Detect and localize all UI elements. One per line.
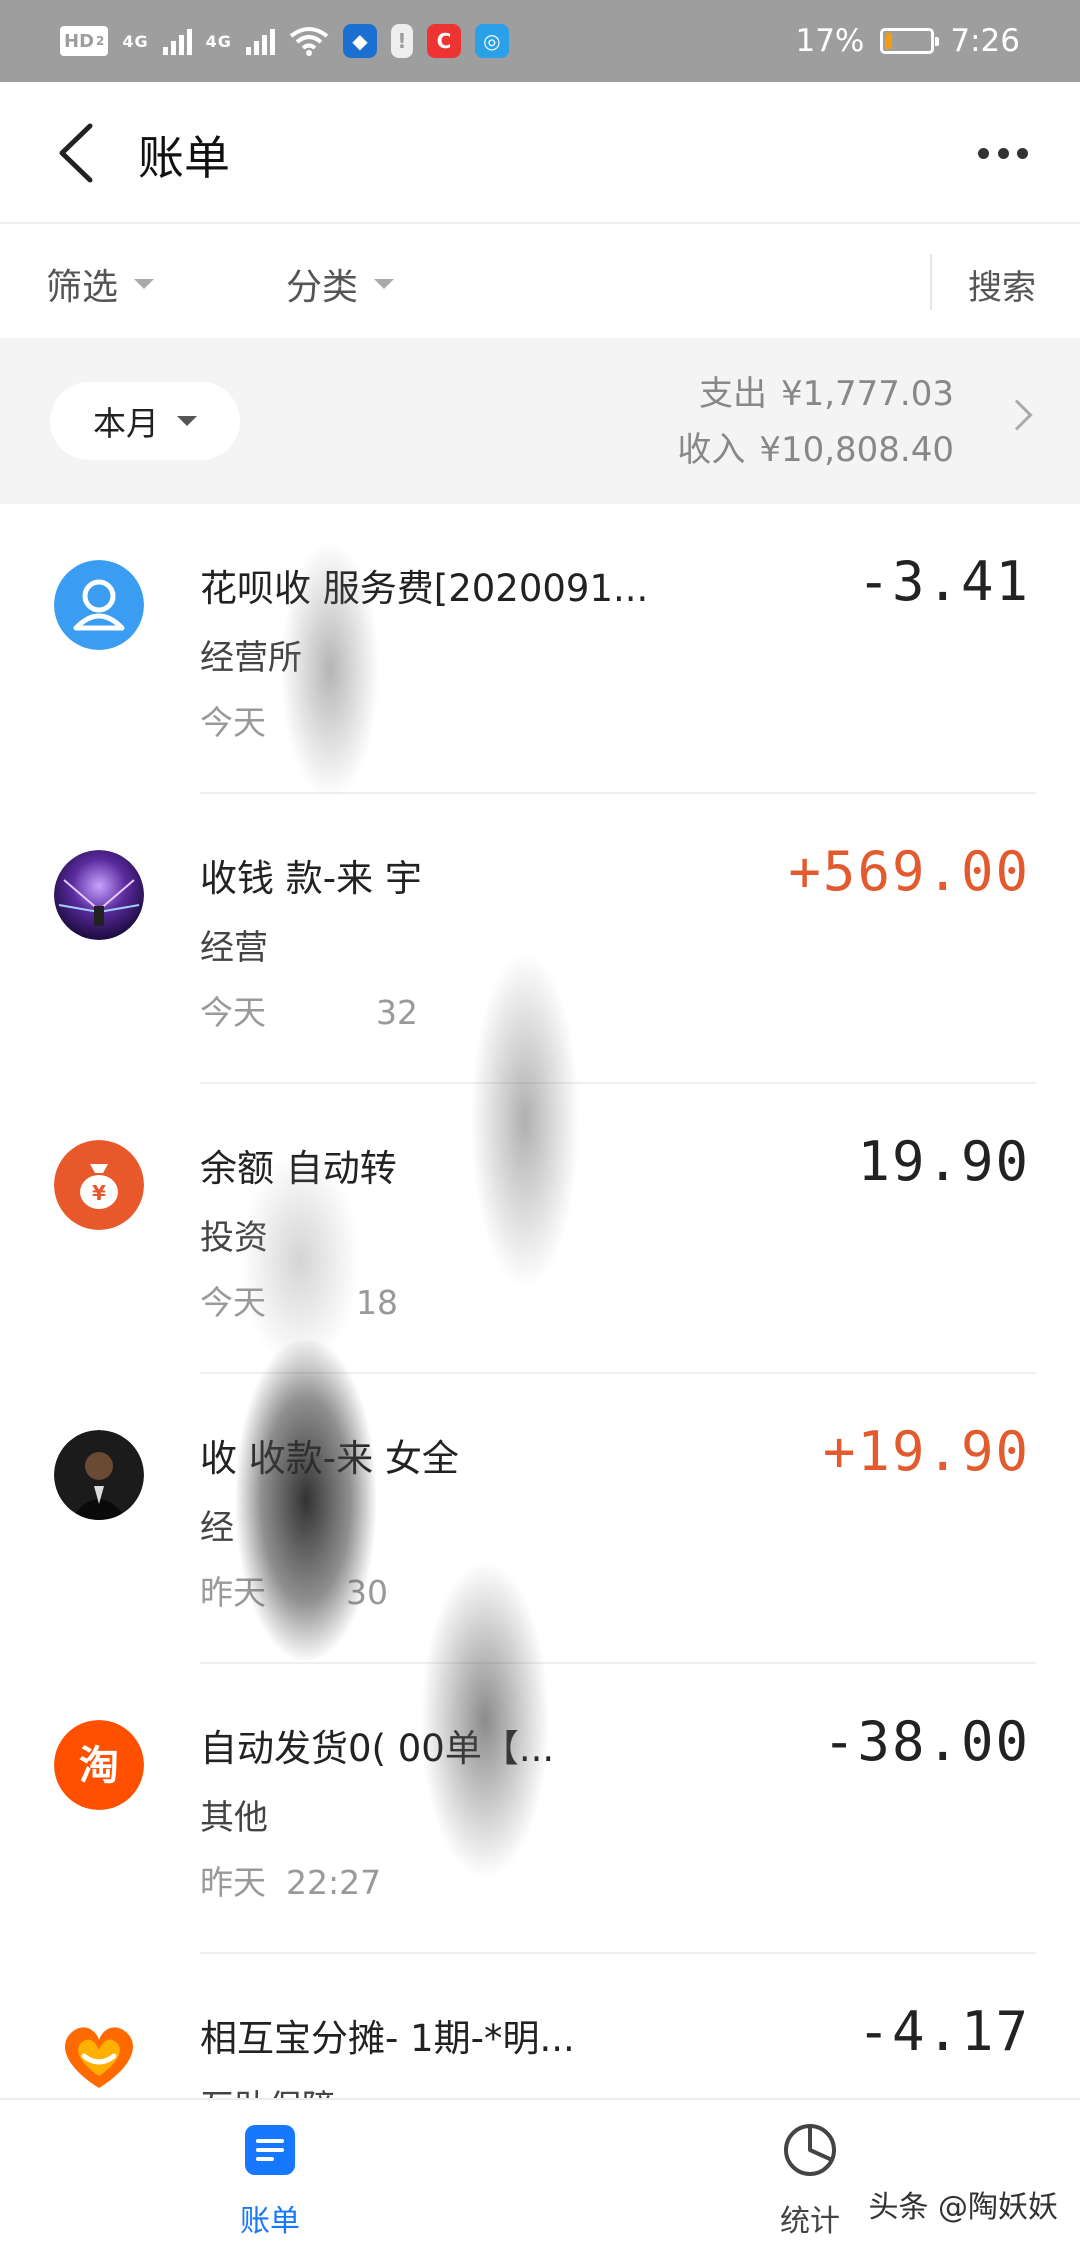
month-summary[interactable]: 本月 支出 ¥1,777.03 收入 ¥10,808.40 [0,338,1080,504]
transaction-time: 今天 32 [200,993,418,1032]
filter-dropdown[interactable]: 筛选 [46,258,155,310]
more-options-button[interactable] [968,126,1038,180]
money-bag-icon: ¥ [54,1140,144,1230]
pie-chart-icon [784,2124,836,2176]
transaction-amount: -38.00 [822,1710,1030,1773]
photo-avatar [54,850,144,940]
income-total: 收入 ¥10,808.40 [677,430,954,470]
transaction-title: 余额 自动转 [200,1147,397,1190]
status-bar-right: 17% 7:26 [795,23,1020,59]
signal-icon-2 [245,27,275,55]
category-dropdown[interactable]: 分类 [286,258,395,310]
bill-list-icon [245,2125,295,2175]
status-bar-left: HD 2 4G 4G ◆ ! C ◎ [60,24,509,58]
watermark: 头条 @陶妖妖 [868,2190,1058,2225]
app-notification-icon: C [426,24,461,58]
expense-total: 支出 ¥1,777.03 [698,374,954,414]
caret-down-icon [374,279,395,289]
transaction-category: 其他 [200,1798,268,1838]
sim2-label: 4G [205,31,232,51]
battery-percent: 17% [795,23,865,59]
transaction-title: 自动发货0( 00单【... [200,1727,555,1770]
hd-badge: HD 2 [60,26,109,56]
transaction-amount: +19.90 [822,1420,1030,1483]
month-label: 本月 [93,404,159,443]
svg-text:淘: 淘 [79,1743,119,1789]
transaction-time: 昨天 30 [200,1573,388,1612]
transaction-category: 经 [200,1508,234,1548]
transaction-item[interactable]: 收钱 款-来 宇 经营 今天 32 +569.00 [0,794,1080,1084]
transaction-amount: 19.90 [857,1130,1030,1193]
transaction-category: 经营 [200,928,268,968]
transaction-title: 收 收款-来 女全 [200,1437,459,1480]
transaction-time: 今天 [200,703,266,742]
status-bar: HD 2 4G 4G ◆ ! C ◎ 17% 7:26 [0,0,1080,82]
transaction-title: 花呗收 服务费[2020091... [200,567,649,610]
taobao-icon: 淘 [54,1720,144,1810]
divider [930,254,932,310]
clock: 7:26 [950,23,1020,59]
sim1-label: 4G [122,31,149,51]
caret-down-icon [177,416,197,426]
app-header: 账单 [0,82,1080,224]
battery-icon [880,28,940,54]
transaction-category: 经营所 [200,638,302,678]
shield-app-icon: ◆ [342,24,377,58]
tab-statistics[interactable]: 统计 [740,2122,880,2240]
transaction-amount: -3.41 [857,550,1030,613]
xianghubao-icon [54,2010,144,2100]
month-selector[interactable]: 本月 [50,382,240,460]
category-label: 分类 [286,267,359,308]
transaction-item[interactable]: 收 收款-来 女全 经 昨天 30 +19.90 [0,1374,1080,1664]
svg-text:¥: ¥ [92,1181,106,1205]
wifi-icon [289,27,329,56]
photo-avatar [54,1430,144,1520]
caret-down-icon [134,279,155,289]
transaction-time: 昨天 22:27 [200,1863,382,1902]
filter-label: 筛选 [46,267,119,308]
signal-icon [162,27,192,55]
transaction-amount: -4.17 [857,2000,1030,2063]
tab-label: 账单 [240,2204,300,2239]
browser-app-icon: ◎ [474,24,509,58]
tab-label: 统计 [780,2204,840,2239]
bottom-tab-bar: 账单 统计 头条 @陶妖妖 [0,2098,1080,2244]
transaction-category: 投资 [200,1218,268,1258]
transaction-title: 相互宝分摊- 1期-*明... [200,2017,575,2060]
tab-bill[interactable]: 账单 [200,2122,340,2240]
page-title: 账单 [138,131,230,185]
chevron-right-icon [1001,399,1033,431]
transaction-title: 收钱 款-来 宇 [200,857,422,900]
totals: 支出 ¥1,777.03 收入 ¥10,808.40 [677,366,954,478]
search-button[interactable]: 搜索 [968,260,1036,309]
battery-level [885,33,893,49]
transaction-time: 今天 18 [200,1283,398,1322]
filter-bar: 筛选 分类 搜索 [0,224,1080,338]
transaction-list: 花呗收 服务费[2020091... 经营所 今天 -3.41 收钱 款-来 宇… [0,504,1080,2244]
bill-page: HD 2 4G 4G ◆ ! C ◎ 17% 7:26 账单 筛选 分类 搜索 … [0,0,1080,2244]
transaction-item[interactable]: ¥ 余额 自动转 投资 今天 18 19.90 [0,1084,1080,1374]
transaction-item[interactable]: 花呗收 服务费[2020091... 经营所 今天 -3.41 [0,504,1080,794]
user-avatar-icon [54,560,144,650]
transaction-amount: +569.00 [788,840,1030,903]
back-arrow-icon[interactable] [50,120,100,186]
alert-icon: ! [390,24,413,58]
transaction-item[interactable]: 淘 自动发货0( 00单【... 其他 昨天 22:27 -38.00 [0,1664,1080,1954]
